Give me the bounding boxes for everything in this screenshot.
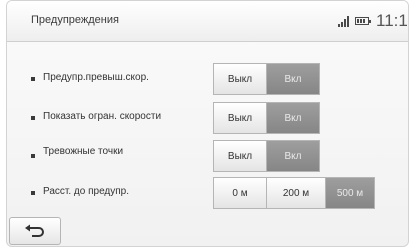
distance-option-group: 0 м 200 м 500 м bbox=[213, 177, 375, 209]
setting-label: Показать огран. скорости bbox=[43, 111, 162, 122]
option-off-button[interactable]: Выкл bbox=[214, 141, 266, 171]
page-title: Предупреждения bbox=[31, 14, 119, 26]
option-off-button[interactable]: Выкл bbox=[214, 103, 266, 133]
header-bar: Предупреждения 11:17 bbox=[7, 1, 408, 42]
bullet-icon bbox=[31, 116, 35, 120]
toggle-group: Выкл Вкл bbox=[213, 102, 320, 134]
back-arrow-icon bbox=[25, 224, 44, 237]
bullet-icon bbox=[31, 77, 35, 81]
setting-label: Тревожные точки bbox=[43, 146, 124, 157]
toggle-group: Выкл Вкл bbox=[213, 63, 320, 95]
setting-label: Предупр.превыш.скор. bbox=[43, 72, 149, 83]
option-on-button[interactable]: Вкл bbox=[267, 141, 319, 171]
option-on-button[interactable]: Вкл bbox=[267, 103, 319, 133]
battery-icon bbox=[355, 17, 371, 25]
option-off-button[interactable]: Выкл bbox=[214, 64, 266, 94]
setting-row: Расст. до предупр. 0 м 200 м 500 м bbox=[7, 177, 408, 209]
bullet-icon bbox=[31, 191, 35, 195]
option-on-button[interactable]: Вкл bbox=[267, 64, 319, 94]
option-200m-button[interactable]: 200 м bbox=[267, 178, 325, 208]
setting-row: Показать огран. скорости Выкл Вкл bbox=[7, 102, 408, 134]
clock: 11:17 bbox=[376, 11, 408, 30]
option-0m-button[interactable]: 0 м bbox=[214, 178, 266, 208]
setting-label: Расст. до предупр. bbox=[43, 186, 130, 197]
signal-bars-icon bbox=[338, 15, 350, 27]
option-500m-button[interactable]: 500 м bbox=[326, 178, 374, 208]
screen: Предупреждения 11:17 Предупр.превыш.скор… bbox=[6, 0, 409, 247]
toggle-group: Выкл Вкл bbox=[213, 140, 320, 172]
back-button[interactable] bbox=[9, 217, 61, 245]
setting-row: Предупр.превыш.скор. Выкл Вкл bbox=[7, 63, 408, 95]
setting-row: Тревожные точки Выкл Вкл bbox=[7, 140, 408, 172]
bullet-icon bbox=[31, 154, 35, 158]
